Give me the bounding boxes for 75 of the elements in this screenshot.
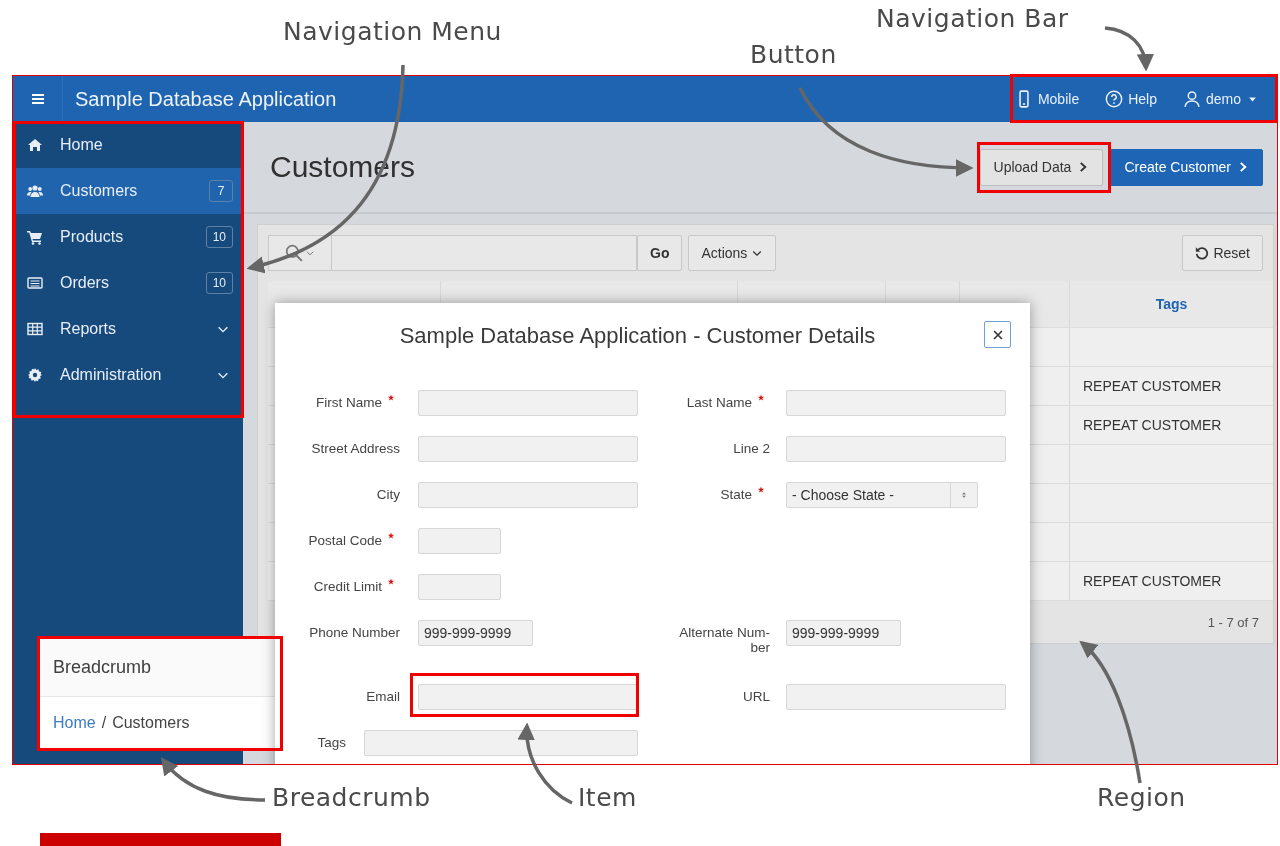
settings-icon [27, 367, 43, 383]
input-field[interactable] [786, 684, 1006, 710]
field-label: Tags [317, 735, 346, 750]
field-label: Alternate Num-ber [678, 625, 770, 655]
input-field[interactable]: 999-999-9999 [786, 620, 901, 646]
chevron-down-icon [305, 248, 315, 258]
field-label: Last Name [686, 395, 752, 410]
table-cell-text: REPEAT CUSTOMER [1082, 377, 1223, 396]
input-field[interactable] [418, 390, 638, 416]
pagination-text: 1 - 7 of 7 [1207, 614, 1259, 630]
input-field[interactable]: 999-999-9999 [418, 620, 533, 646]
input-field[interactable] [418, 684, 638, 710]
nav-bar-item[interactable]: Help [1092, 79, 1170, 119]
column-header[interactable]: Tags [1070, 281, 1273, 327]
nav-bar-item[interactable]: Mobile [1001, 79, 1093, 119]
sidebar-item[interactable]: Products 10 [13, 214, 243, 260]
reset-button[interactable]: Reset [1182, 235, 1263, 271]
sidebar-item[interactable]: Orders 10 [13, 260, 243, 306]
search-field[interactable] [268, 235, 637, 271]
app-title: Sample Database Application [75, 87, 337, 111]
annotation-label: Item [578, 783, 637, 812]
chevron-right-icon [1237, 160, 1249, 174]
sidebar-item[interactable]: Administration [13, 352, 243, 398]
field-label: First Name [316, 395, 382, 410]
input-field[interactable] [786, 390, 1006, 416]
annotation-label: Region [1097, 783, 1186, 812]
actions-button[interactable]: Actions [688, 235, 777, 271]
reset-icon [1195, 246, 1210, 260]
table-cell-text: REPEAT CUSTOMER [1082, 572, 1223, 591]
annotation-label: Navigation Menu [283, 17, 502, 46]
annotation-label: Navigation Bar [876, 4, 1069, 33]
cart-icon [27, 229, 43, 245]
field-label: URL [743, 689, 770, 704]
count-badge: 10 [205, 226, 233, 248]
field-label: State [720, 487, 752, 502]
input-field[interactable] [418, 574, 501, 600]
search-icon [285, 244, 303, 262]
create-button[interactable]: Create Customer [1110, 148, 1263, 186]
count-badge: 7 [209, 180, 233, 202]
home-icon [27, 137, 43, 153]
field-label: Credit Limit [313, 579, 382, 594]
field-label: Email [366, 689, 400, 704]
field-label: City [376, 487, 400, 502]
count-badge: 10 [205, 272, 233, 294]
list-icon [27, 275, 43, 291]
help-icon [1105, 90, 1124, 108]
nav-bar-item[interactable]: demo [1169, 79, 1271, 119]
sidebar-item[interactable]: Customers 7 [13, 168, 243, 214]
callout-arrow [1104, 26, 1154, 72]
breadcrumb-separator: / [101, 714, 107, 732]
field-label: Street Address [311, 441, 400, 456]
users-icon [27, 183, 43, 199]
field-label: Phone Number [309, 625, 400, 640]
sidebar-item[interactable]: Home [13, 122, 243, 168]
sidebar-item[interactable]: Reports [13, 306, 243, 352]
close-button[interactable] [984, 321, 1011, 348]
field-label: Line 2 [733, 441, 770, 456]
annotation-label: Breadcrumb [272, 783, 431, 812]
grid-icon [27, 321, 43, 337]
input-field[interactable] [418, 482, 638, 508]
upload-button[interactable]: Upload Data [979, 148, 1104, 186]
field-label: Postal Code [308, 533, 382, 548]
table-cell-text: REPEAT CUSTOMER [1082, 416, 1223, 435]
menu-icon [29, 91, 46, 107]
input-field[interactable] [418, 436, 638, 462]
input-field[interactable] [418, 528, 501, 554]
dialog-title: Sample Database Application - Customer Details [399, 323, 876, 349]
breadcrumb-link[interactable]: Home [53, 714, 96, 732]
select-field[interactable]: - Choose State - [786, 482, 978, 508]
user-icon [1182, 90, 1201, 108]
go-button[interactable]: Go [637, 235, 683, 271]
breadcrumb-current: Customers [112, 714, 190, 732]
input-field[interactable] [786, 436, 1006, 462]
annotation-label: Button [750, 40, 837, 69]
input-field[interactable] [363, 730, 638, 756]
